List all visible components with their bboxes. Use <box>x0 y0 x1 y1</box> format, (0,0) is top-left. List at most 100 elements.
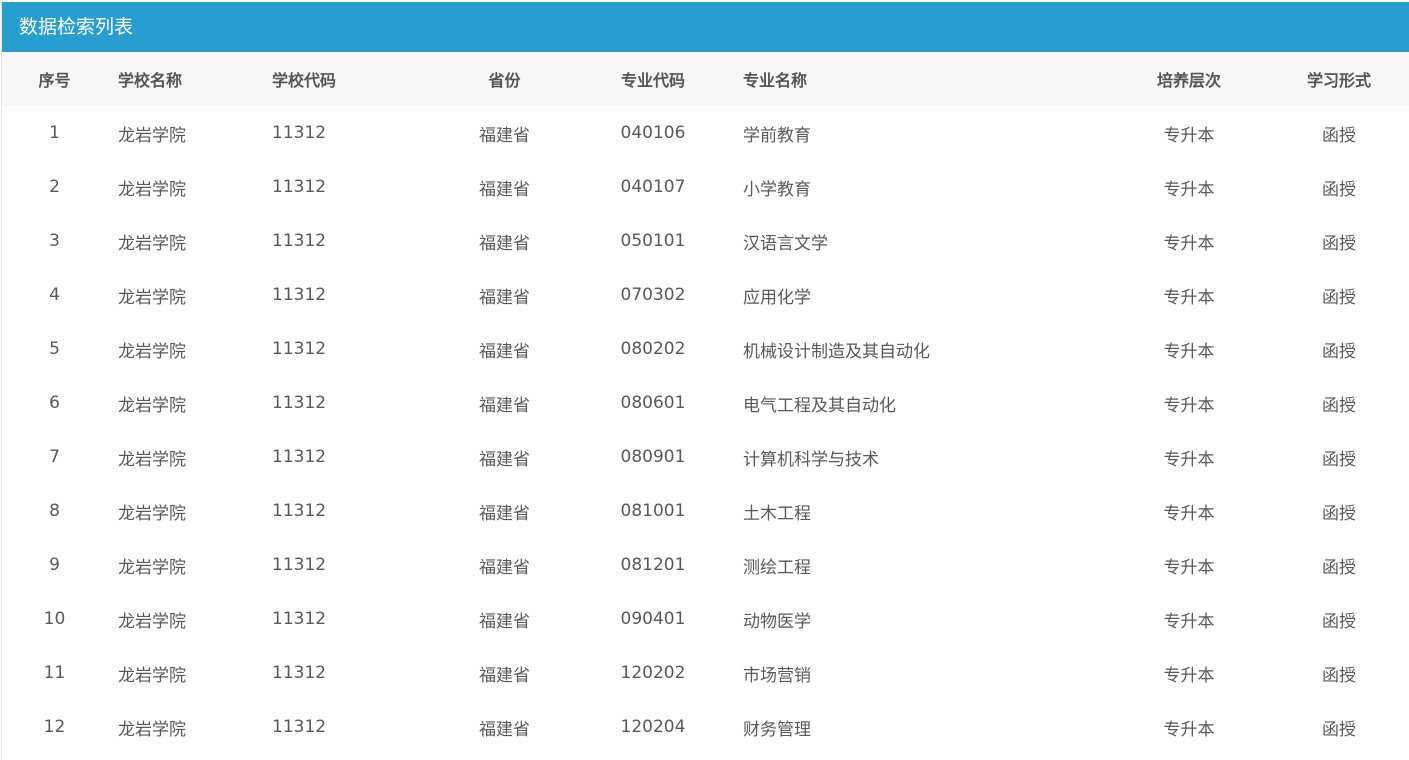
cell-level: 专升本 <box>1163 341 1215 362</box>
cell-province: 福建省 <box>479 611 530 632</box>
col-header-school-name: 学校名称 <box>118 71 183 90</box>
cell-school-code: 11312 <box>272 393 327 413</box>
cell-level: 专升本 <box>1163 719 1215 740</box>
cell-province: 福建省 <box>479 233 530 254</box>
cell-level: 专升本 <box>1163 611 1215 632</box>
cell-major-code: 040106 <box>620 123 686 143</box>
cell-index: 7 <box>49 447 60 467</box>
cell-school-code: 11312 <box>272 663 327 683</box>
cell-level: 专升本 <box>1163 125 1215 146</box>
table-row[interactable]: 10 龙岩学院 11312 福建省 090401 动物医学 专升本 函授 <box>2 592 1409 646</box>
cell-index: 1 <box>49 123 60 143</box>
cell-school-name: 龙岩学院 <box>118 503 186 524</box>
col-header-major-code: 专业代码 <box>620 71 685 90</box>
cell-major-name: 动物医学 <box>743 611 811 632</box>
cell-major-name: 财务管理 <box>743 719 811 740</box>
cell-major-name: 土木工程 <box>743 503 811 524</box>
table-row[interactable]: 4 龙岩学院 11312 福建省 070302 应用化学 专升本 函授 <box>2 268 1409 322</box>
table-row[interactable]: 3 龙岩学院 11312 福建省 050101 汉语言文学 专升本 函授 <box>2 214 1409 268</box>
cell-index: 3 <box>49 231 60 251</box>
cell-major-code: 081001 <box>620 501 686 521</box>
cell-index: 11 <box>43 663 66 683</box>
cell-school-code: 11312 <box>272 123 327 143</box>
cell-school-name: 龙岩学院 <box>118 179 186 200</box>
cell-school-code: 11312 <box>272 609 327 629</box>
cell-major-code: 080601 <box>620 393 686 413</box>
cell-study-mode: 函授 <box>1322 665 1356 686</box>
cell-school-code: 11312 <box>272 501 327 521</box>
table-row[interactable]: 9 龙岩学院 11312 福建省 081201 测绘工程 专升本 函授 <box>2 538 1409 592</box>
cell-major-code: 070302 <box>620 285 686 305</box>
cell-school-name: 龙岩学院 <box>118 449 186 470</box>
cell-level: 专升本 <box>1163 449 1215 470</box>
col-header-study-mode: 学习形式 <box>1306 71 1371 90</box>
cell-study-mode: 函授 <box>1322 125 1356 146</box>
cell-school-name: 龙岩学院 <box>118 395 186 416</box>
data-search-panel: 数据检索列表 序号 学校名称 学校代码 省份 专业代码 专业名称 培养层次 学习… <box>1 2 1409 760</box>
cell-school-code: 11312 <box>272 177 327 197</box>
cell-major-code: 050101 <box>620 231 686 251</box>
cell-province: 福建省 <box>479 341 530 362</box>
cell-index: 2 <box>49 177 60 197</box>
table-row[interactable]: 1 龙岩学院 11312 福建省 040106 学前教育 专升本 函授 <box>2 106 1409 160</box>
panel-title: 数据检索列表 <box>2 2 1409 52</box>
cell-province: 福建省 <box>479 719 530 740</box>
cell-school-code: 11312 <box>272 339 327 359</box>
cell-major-code: 081201 <box>620 555 686 575</box>
cell-major-code: 120204 <box>620 717 686 737</box>
cell-index: 12 <box>43 717 66 737</box>
cell-major-name: 电气工程及其自动化 <box>743 395 896 416</box>
table-row[interactable]: 2 龙岩学院 11312 福建省 040107 小学教育 专升本 函授 <box>2 160 1409 214</box>
cell-study-mode: 函授 <box>1322 611 1356 632</box>
cell-index: 6 <box>49 393 60 413</box>
cell-school-name: 龙岩学院 <box>118 719 186 740</box>
cell-school-name: 龙岩学院 <box>118 287 186 308</box>
cell-index: 8 <box>49 501 60 521</box>
cell-school-name: 龙岩学院 <box>118 125 186 146</box>
cell-level: 专升本 <box>1163 287 1215 308</box>
cell-level: 专升本 <box>1163 503 1215 524</box>
cell-school-code: 11312 <box>272 447 327 467</box>
cell-major-name: 机械设计制造及其自动化 <box>743 341 930 362</box>
table-header-row: 序号 学校名称 学校代码 省份 专业代码 专业名称 培养层次 学习形式 <box>2 52 1409 106</box>
cell-province: 福建省 <box>479 503 530 524</box>
col-header-level: 培养层次 <box>1156 71 1221 90</box>
cell-province: 福建省 <box>479 179 530 200</box>
cell-major-name: 计算机科学与技术 <box>743 449 879 470</box>
cell-school-code: 11312 <box>272 231 327 251</box>
cell-school-name: 龙岩学院 <box>118 341 186 362</box>
table-row[interactable]: 11 龙岩学院 11312 福建省 120202 市场营销 专升本 函授 <box>2 646 1409 700</box>
cell-study-mode: 函授 <box>1322 395 1356 416</box>
cell-major-name: 小学教育 <box>743 179 811 200</box>
cell-school-name: 龙岩学院 <box>118 557 186 578</box>
cell-study-mode: 函授 <box>1322 179 1356 200</box>
cell-level: 专升本 <box>1163 233 1215 254</box>
table-row[interactable]: 8 龙岩学院 11312 福建省 081001 土木工程 专升本 函授 <box>2 484 1409 538</box>
cell-province: 福建省 <box>479 449 530 470</box>
table-row[interactable]: 5 龙岩学院 11312 福建省 080202 机械设计制造及其自动化 专升本 函授 <box>2 322 1409 376</box>
cell-school-name: 龙岩学院 <box>118 611 186 632</box>
cell-major-code: 090401 <box>620 609 686 629</box>
cell-major-code: 120202 <box>620 663 686 683</box>
cell-study-mode: 函授 <box>1322 287 1356 308</box>
col-header-index: 序号 <box>38 71 71 90</box>
table-row[interactable]: 6 龙岩学院 11312 福建省 080601 电气工程及其自动化 专升本 函授 <box>2 376 1409 430</box>
cell-school-code: 11312 <box>272 555 327 575</box>
cell-level: 专升本 <box>1163 395 1215 416</box>
results-table: 序号 学校名称 学校代码 省份 专业代码 专业名称 培养层次 学习形式 1 龙岩学… <box>2 52 1409 754</box>
cell-school-name: 龙岩学院 <box>118 233 186 254</box>
cell-study-mode: 函授 <box>1322 341 1356 362</box>
table-row[interactable]: 12 龙岩学院 11312 福建省 120204 财务管理 专升本 函授 <box>2 700 1409 754</box>
cell-index: 5 <box>49 339 60 359</box>
table-row[interactable]: 7 龙岩学院 11312 福建省 080901 计算机科学与技术 专升本 函授 <box>2 430 1409 484</box>
cell-major-code: 040107 <box>620 177 686 197</box>
cell-study-mode: 函授 <box>1322 557 1356 578</box>
cell-province: 福建省 <box>479 125 530 146</box>
cell-major-name: 市场营销 <box>743 665 811 686</box>
col-header-school-code: 学校代码 <box>272 71 337 90</box>
cell-province: 福建省 <box>479 395 530 416</box>
cell-major-name: 应用化学 <box>743 287 811 308</box>
cell-study-mode: 函授 <box>1322 449 1356 470</box>
cell-school-code: 11312 <box>272 717 327 737</box>
cell-level: 专升本 <box>1163 557 1215 578</box>
